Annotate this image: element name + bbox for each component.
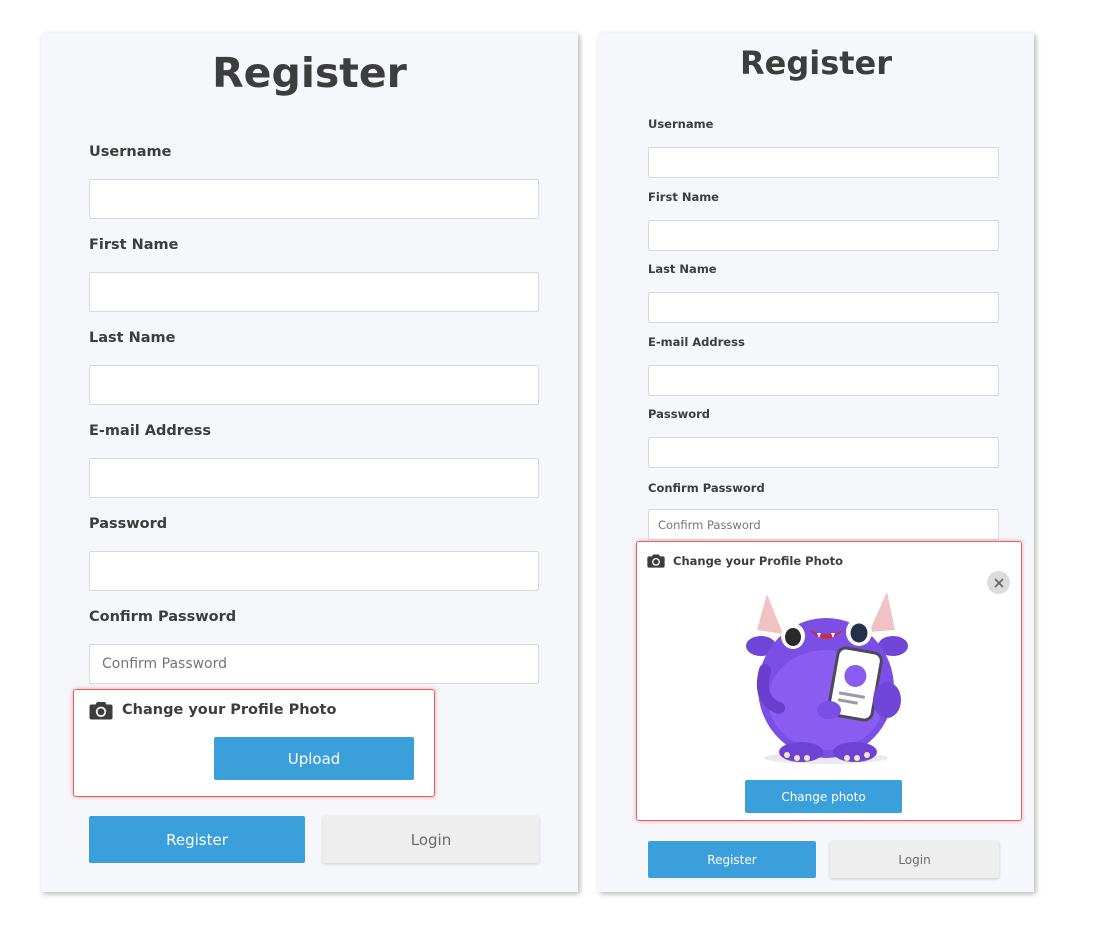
first-name-label: First Name (648, 190, 719, 204)
password-input[interactable] (648, 437, 999, 468)
last-name-label: Last Name (89, 330, 176, 346)
login-button[interactable]: Login (830, 841, 999, 878)
camera-icon (89, 700, 113, 720)
username-input[interactable] (648, 147, 999, 178)
upload-button[interactable]: Upload (214, 737, 414, 780)
register-button[interactable]: Register (648, 841, 816, 878)
profile-photo-section: Change your Profile Photo Upload (73, 689, 435, 797)
login-button[interactable]: Login (323, 816, 539, 863)
change-photo-button[interactable]: Change photo (745, 780, 902, 813)
email-input[interactable] (648, 365, 999, 396)
register-form-panel-with-photo: Register Username First Name Last Name E… (598, 33, 1034, 892)
page-title: Register (212, 49, 407, 97)
username-label: Username (648, 117, 714, 131)
register-form-panel: Register Username First Name Last Name E… (41, 33, 578, 892)
close-icon[interactable] (987, 571, 1010, 594)
last-name-input[interactable] (648, 292, 999, 323)
profile-photo-image (737, 580, 915, 766)
first-name-label: First Name (89, 237, 179, 253)
password-label: Password (89, 516, 168, 532)
username-label: Username (89, 144, 172, 160)
register-button[interactable]: Register (89, 816, 305, 863)
last-name-input[interactable] (89, 365, 539, 405)
password-label: Password (648, 407, 710, 421)
confirm-password-input[interactable] (648, 509, 999, 540)
profile-photo-section: Change your Profile Photo Change photo (636, 541, 1022, 821)
first-name-input[interactable] (89, 272, 539, 312)
page-title: Register (739, 44, 893, 82)
password-input[interactable] (89, 551, 539, 591)
first-name-input[interactable] (648, 220, 999, 251)
last-name-label: Last Name (648, 262, 717, 276)
username-input[interactable] (89, 179, 539, 219)
email-input[interactable] (89, 458, 539, 498)
confirm-password-label: Confirm Password (89, 609, 237, 625)
profile-photo-heading: Change your Profile Photo (89, 700, 336, 720)
confirm-password-input[interactable] (89, 644, 539, 684)
camera-icon (647, 553, 665, 568)
profile-photo-heading-text: Change your Profile Photo (122, 702, 337, 718)
profile-photo-heading: Change your Profile Photo (647, 553, 843, 568)
confirm-password-label: Confirm Password (648, 481, 765, 495)
email-label: E-mail Address (648, 335, 745, 349)
profile-photo-heading-text: Change your Profile Photo (673, 553, 844, 568)
email-label: E-mail Address (89, 423, 212, 439)
